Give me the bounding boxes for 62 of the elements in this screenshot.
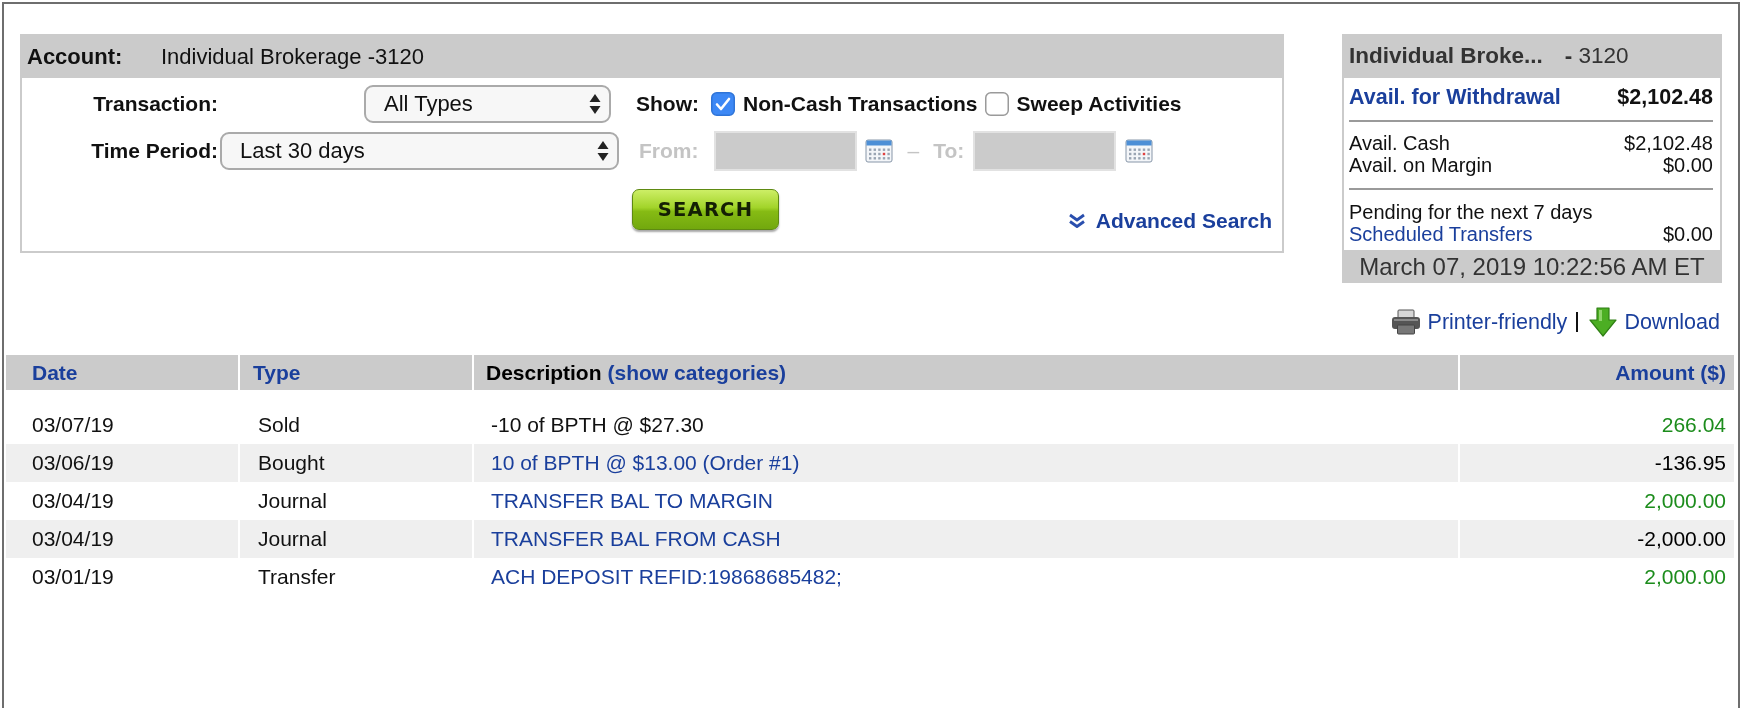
description-link[interactable]: ACH DEPOSIT REFID:19868685482;	[491, 565, 842, 589]
balance-label: Avail. on Margin	[1349, 154, 1493, 176]
amount-cell-text: 266.04	[1660, 412, 1727, 438]
amount-cell-text: 2,000.00	[1643, 488, 1727, 514]
time-period-select[interactable]: Last 30 days	[220, 132, 619, 170]
show-label: Show:	[636, 92, 699, 116]
download-link[interactable]: Download	[1589, 307, 1720, 337]
calendar-icon[interactable]	[1125, 139, 1154, 163]
date-cell-text: 03/04/19	[31, 488, 115, 514]
transaction-type-select[interactable]: All Types	[364, 85, 611, 123]
withdrawal-link[interactable]: Avail. for Withdrawal	[1349, 84, 1561, 110]
date-range-dash: –	[907, 139, 920, 163]
date-cell: 03/06/19	[6, 444, 238, 482]
checkbox-label[interactable]: Non-Cash Transactions	[743, 92, 978, 116]
type-cell-text: Sold	[257, 412, 302, 438]
description-link[interactable]: 10 of BPTH @ $13.00 (Order #1)	[491, 451, 800, 475]
account-label: Account:	[27, 44, 124, 70]
scheduled-transfers-link[interactable]: Scheduled Transfers	[1349, 223, 1533, 245]
type-cell: Journal	[240, 520, 472, 558]
balance-value: $2,102.48	[1624, 132, 1713, 154]
balance-label: Avail. Cash	[1349, 132, 1450, 154]
date-cell: 03/04/19	[6, 520, 238, 558]
date-cell-text: 03/07/19	[31, 412, 115, 438]
show-categories-link[interactable]: (show categories)	[607, 360, 787, 385]
withdrawal-amount: $2,102.48	[1617, 84, 1713, 110]
type-cell-text: Transfer	[257, 564, 337, 590]
amount-cell: -136.95	[1460, 444, 1734, 482]
timestamp: March 07, 2019 10:22:56 AM ET	[1358, 252, 1706, 282]
type-cell: Bought	[240, 444, 472, 482]
from-label: From:	[639, 139, 699, 163]
scheduled-transfers-value: $0.00	[1662, 223, 1713, 245]
up-down-arrows-icon	[589, 93, 601, 115]
calendar-icon[interactable]	[864, 139, 893, 163]
printer-icon	[1390, 309, 1421, 335]
advanced-search-link[interactable]: Advanced Search	[1067, 209, 1272, 233]
description-link[interactable]: TRANSFER BAL TO MARGIN	[491, 489, 773, 513]
double-chevron-down-icon	[1067, 213, 1086, 229]
type-cell-text: Journal	[257, 488, 328, 514]
checkbox-label[interactable]: Sweep Activities	[1016, 92, 1182, 116]
balance-value: $0.00	[1662, 154, 1713, 176]
printer-friendly-link[interactable]: Printer-friendly	[1390, 309, 1568, 335]
to-label: To:	[933, 139, 965, 163]
description-link[interactable]: TRANSFER BAL FROM CASH	[491, 527, 781, 551]
search-button[interactable]: SEARCH	[632, 189, 779, 230]
column-header[interactable]: Amount ($)	[1460, 355, 1734, 390]
down-arrow-icon	[1589, 307, 1618, 337]
account-value: Individual Brokerage -3120	[161, 44, 424, 70]
column-header-label: Description	[486, 360, 602, 385]
date-cell-text: 03/01/19	[31, 564, 115, 590]
up-down-arrows-icon	[597, 140, 609, 162]
transaction-label: Transaction:	[92, 92, 218, 116]
column-header[interactable]: Date	[6, 355, 238, 390]
checkbox[interactable]	[984, 92, 1009, 116]
amount-cell: -2,000.00	[1460, 520, 1734, 558]
column-header[interactable]: Type	[240, 355, 472, 390]
description-cell-text: -10 of BPTH @ $27.30	[490, 412, 705, 438]
amount-cell-text: 2,000.00	[1643, 564, 1727, 590]
account-name: Individual Broke...	[1349, 43, 1543, 69]
time-period-label: Time Period:	[90, 139, 218, 163]
account-number: - 3120	[1564, 43, 1629, 69]
checkbox[interactable]	[711, 92, 735, 116]
pending-label: Pending for the next 7 days	[1349, 201, 1593, 223]
